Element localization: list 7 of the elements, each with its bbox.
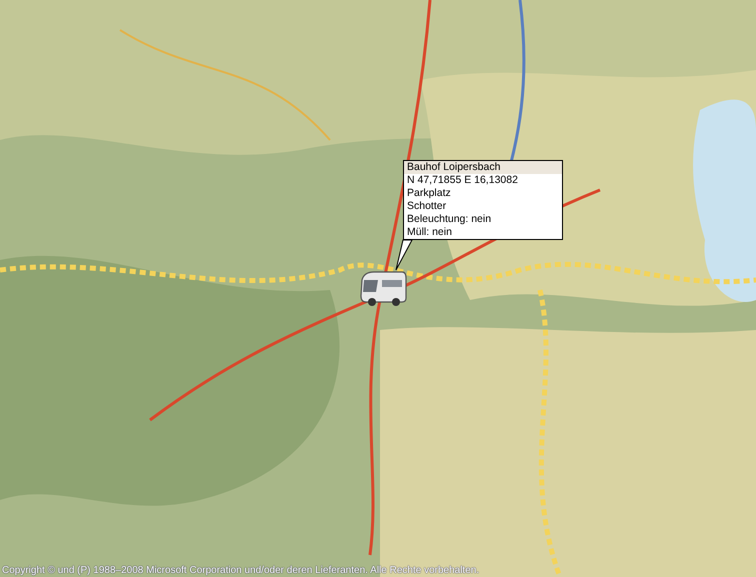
popup-title: Bauhof Loipersbach <box>404 161 562 174</box>
popup-line: Müll: nein <box>406 226 453 239</box>
popup-line: Beleuchtung: nein <box>406 213 492 226</box>
popup-line: N 47,71855 E 16,13082 <box>406 174 519 187</box>
popup-line: Schotter <box>406 200 448 213</box>
copyright-notice: Copyright © und (P) 1988–2008 Microsoft Corporation und/oder deren Lieferanten. Alle Rechte vorbehalten. <box>2 565 480 576</box>
popup-line: Parkplatz <box>406 187 452 200</box>
